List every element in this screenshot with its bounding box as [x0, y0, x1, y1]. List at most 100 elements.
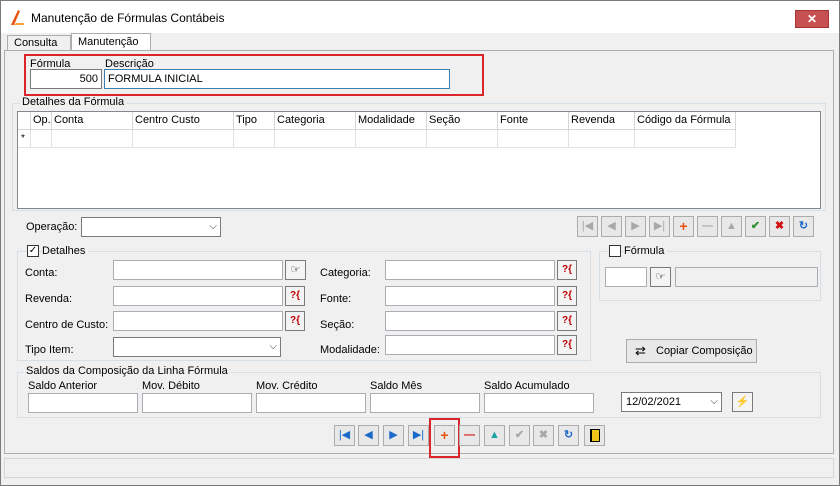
- grid-refresh-button[interactable]: ↻: [793, 216, 814, 237]
- categoria-field[interactable]: [385, 260, 555, 280]
- edit-icon: ▲: [489, 429, 500, 441]
- revenda-help-button[interactable]: ?{: [285, 286, 305, 306]
- exit-button[interactable]: [584, 425, 605, 446]
- column-header-categoria[interactable]: Categoria: [275, 112, 356, 130]
- chevron-down-icon: ⌵: [209, 221, 217, 232]
- minus-icon: —: [702, 220, 713, 232]
- table-cell[interactable]: [427, 130, 498, 148]
- table-cell[interactable]: [275, 130, 356, 148]
- table-cell[interactable]: [635, 130, 736, 148]
- grid-edit-button[interactable]: ▲: [721, 216, 742, 237]
- formula-description-field: [675, 267, 818, 287]
- column-header-centro-custo[interactable]: Centro Custo: [133, 112, 234, 130]
- modalidade-field[interactable]: [385, 335, 555, 355]
- check-icon: ✔: [514, 429, 525, 441]
- minus-icon: —: [464, 429, 475, 441]
- last-record-button[interactable]: ▶|: [408, 425, 429, 446]
- table-cell[interactable]: [356, 130, 427, 148]
- first-record-button[interactable]: |◀: [334, 425, 355, 446]
- secao-label: Seção:: [320, 319, 355, 331]
- secao-field[interactable]: [385, 311, 555, 331]
- centro-custo-field[interactable]: [113, 311, 283, 331]
- formula-group-title: Fórmula: [624, 245, 668, 257]
- column-header-secao[interactable]: Seção: [427, 112, 498, 130]
- chevron-down-icon: ⌵: [710, 396, 718, 407]
- saldo-acumulado-field: [484, 393, 594, 413]
- next-icon: ▶: [631, 220, 640, 232]
- descricao-field[interactable]: FORMULA INICIAL: [104, 69, 450, 89]
- help-icon: ?{: [290, 315, 300, 326]
- fonte-field[interactable]: [385, 286, 555, 306]
- refresh-button[interactable]: ↻: [558, 425, 579, 446]
- operacao-select[interactable]: ⌵: [81, 217, 221, 237]
- column-header-codigo-formula[interactable]: Código da Fórmula: [635, 112, 736, 130]
- conta-field[interactable]: [113, 260, 283, 280]
- grid-next-button[interactable]: ▶: [625, 216, 646, 237]
- conta-label: Conta:: [25, 267, 58, 279]
- categoria-help-button[interactable]: ?{: [557, 260, 577, 280]
- prior-record-button[interactable]: ◀: [358, 425, 379, 446]
- fonte-help-button[interactable]: ?{: [557, 286, 577, 306]
- insert-record-button[interactable]: +: [434, 425, 455, 446]
- grid-last-button[interactable]: ▶|: [649, 216, 670, 237]
- detalhes-checkbox[interactable]: ✓: [27, 245, 39, 257]
- column-header-tipo[interactable]: Tipo: [234, 112, 275, 130]
- tipo-item-select[interactable]: ⌵: [113, 337, 281, 357]
- pointing-hand-icon: ☞: [290, 264, 301, 276]
- post-record-button[interactable]: ✔: [509, 425, 530, 446]
- column-header-fonte[interactable]: Fonte: [498, 112, 569, 130]
- help-icon: ?{: [562, 264, 572, 275]
- column-header-revenda[interactable]: Revenda: [569, 112, 635, 130]
- window-title: Manutenção de Fórmulas Contábeis: [31, 11, 225, 25]
- table-cell[interactable]: [569, 130, 635, 148]
- cancel-record-button[interactable]: ✖: [533, 425, 554, 446]
- column-header-conta[interactable]: Conta: [52, 112, 133, 130]
- close-button[interactable]: ✕: [795, 10, 829, 28]
- grid-post-button[interactable]: ✔: [745, 216, 766, 237]
- table-cell[interactable]: [498, 130, 569, 148]
- edit-icon: ▲: [726, 220, 737, 232]
- grid-first-button[interactable]: |◀: [577, 216, 598, 237]
- operacao-label: Operação:: [26, 221, 78, 233]
- copiar-composicao-button[interactable]: ⇄ Copiar Composição: [626, 339, 757, 363]
- formula-code-field[interactable]: [605, 267, 647, 287]
- column-header-modalidade[interactable]: Modalidade: [356, 112, 427, 130]
- copy-composition-icon: ⇄: [635, 343, 646, 358]
- formula-checkbox[interactable]: [609, 245, 621, 257]
- tab-consulta-label: Consulta: [14, 37, 58, 49]
- grid-cancel-button[interactable]: ✖: [769, 216, 790, 237]
- conta-lookup-button[interactable]: ☞: [285, 260, 306, 280]
- detalhes-title: Detalhes: [42, 245, 89, 257]
- title-bar: Manutenção de Fórmulas Contábeis ✕: [1, 1, 839, 33]
- check-icon: ✓: [28, 245, 38, 256]
- grid-delete-button[interactable]: —: [697, 216, 718, 237]
- secao-help-button[interactable]: ?{: [557, 311, 577, 331]
- delete-record-button[interactable]: —: [459, 425, 480, 446]
- refresh-icon: ↻: [563, 429, 574, 441]
- status-bar: [4, 458, 834, 478]
- tab-consulta[interactable]: Consulta: [7, 35, 71, 51]
- tab-manutencao[interactable]: Manutenção: [71, 33, 151, 51]
- saldo-anterior-label: Saldo Anterior: [28, 380, 98, 392]
- calculate-button[interactable]: ⚡: [732, 392, 753, 412]
- details-grid[interactable]: Op. Conta Centro Custo Tipo Categoria Mo…: [17, 111, 821, 209]
- modalidade-help-button[interactable]: ?{: [557, 335, 577, 355]
- help-icon: ?{: [562, 339, 572, 350]
- table-cell[interactable]: [133, 130, 234, 148]
- formula-lookup-button[interactable]: ☞: [650, 267, 671, 287]
- edit-record-button[interactable]: ▲: [484, 425, 505, 446]
- centro-custo-label: Centro de Custo:: [25, 319, 109, 331]
- column-header-op[interactable]: Op.: [31, 112, 52, 130]
- saldos-group-title: Saldos da Composição da Linha Fórmula: [24, 365, 230, 377]
- next-record-button[interactable]: ▶: [383, 425, 404, 446]
- grid-insert-button[interactable]: +: [673, 216, 694, 237]
- cancel-icon: ✖: [538, 429, 549, 441]
- table-cell[interactable]: [234, 130, 275, 148]
- formula-field[interactable]: 500: [30, 69, 102, 89]
- grid-prior-button[interactable]: ◀: [601, 216, 622, 237]
- revenda-field[interactable]: [113, 286, 283, 306]
- centro-custo-help-button[interactable]: ?{: [285, 311, 305, 331]
- table-cell[interactable]: [52, 130, 133, 148]
- date-picker[interactable]: 12/02/2021 ⌵: [621, 392, 722, 412]
- table-cell[interactable]: [31, 130, 52, 148]
